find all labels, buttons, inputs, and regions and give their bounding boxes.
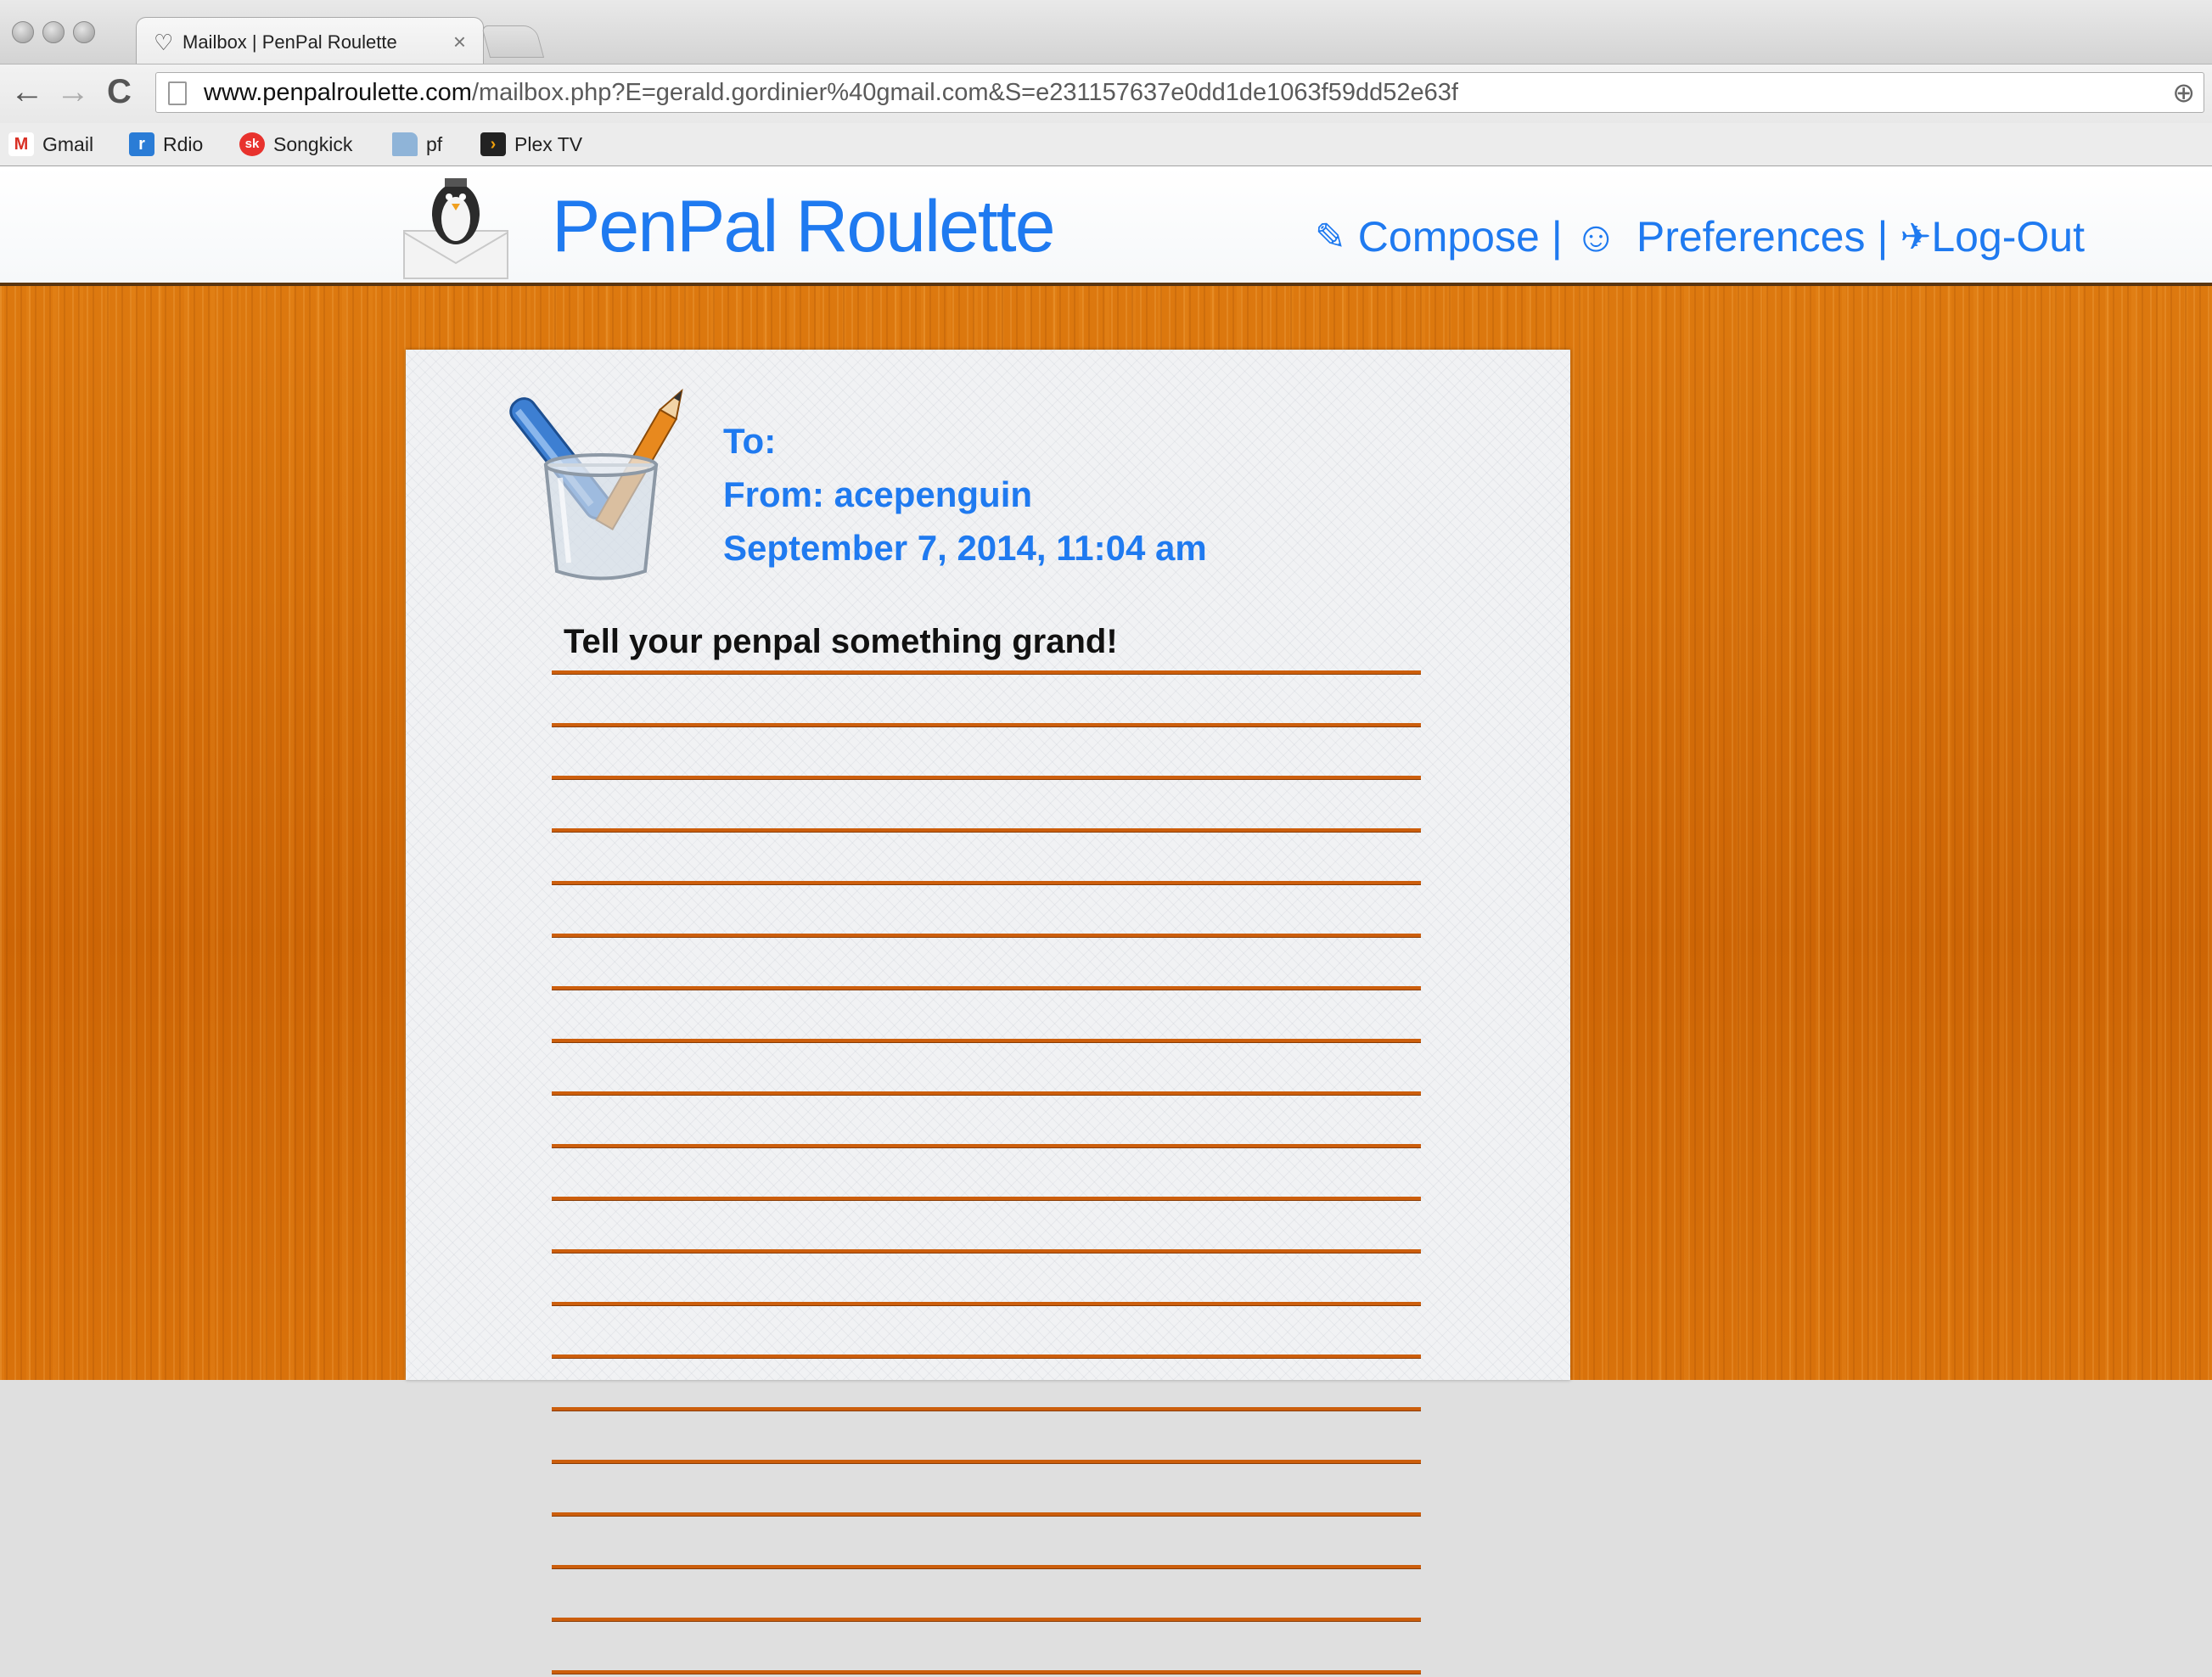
bookmark-label: pf — [426, 132, 443, 155]
maximize-window-button[interactable] — [73, 21, 95, 43]
letter-line — [552, 1407, 1421, 1411]
pencil-icon[interactable]: ✎ — [1315, 216, 1346, 259]
bookmark-label: Songkick — [273, 132, 353, 155]
letter-line — [552, 1302, 1421, 1306]
letter-line — [552, 828, 1421, 833]
bookmark-gmail[interactable]: M Gmail — [8, 130, 93, 159]
bookmark-label: Plex TV — [514, 132, 583, 155]
site-header: PenPal Roulette ✎ Compose | ☺ Preference… — [0, 166, 2212, 283]
tab-title: Mailbox | PenPal Roulette — [182, 31, 397, 53]
letter-line — [552, 1618, 1421, 1622]
site-title[interactable]: PenPal Roulette — [552, 185, 1056, 269]
letter-line — [552, 934, 1421, 938]
url-path: /mailbox.php?E=gerald.gordinier%40gmail.… — [471, 79, 1458, 106]
letter-line — [552, 1670, 1421, 1674]
letter-line — [552, 986, 1421, 990]
browser-tab-bar: ♡ Mailbox | PenPal Roulette × — [0, 0, 2212, 65]
plex-icon: › — [480, 132, 506, 156]
letter-paper: To: From: acepenguin September 7, 2014, … — [406, 350, 1570, 1674]
airplane-icon[interactable]: ✈ — [1900, 216, 1931, 259]
letter-header: To: From: acepenguin September 7, 2014, … — [723, 414, 1207, 575]
reload-icon[interactable]: C — [107, 75, 132, 109]
letter-line — [552, 1144, 1421, 1148]
zoom-icon[interactable]: ⊕ — [2172, 76, 2195, 109]
bookmark-rdio[interactable]: r Rdio — [129, 130, 203, 159]
gmail-icon: M — [8, 132, 34, 156]
bookmark-label: Rdio — [163, 132, 204, 155]
back-icon[interactable]: ← — [10, 75, 44, 109]
rdio-icon: r — [129, 132, 154, 156]
bookmark-plex-tv[interactable]: › Plex TV — [480, 130, 582, 159]
page-icon — [168, 81, 187, 105]
bookmarks-bar: M Gmail r Rdio sk Songkick pf › Plex TV — [0, 123, 2212, 166]
close-window-button[interactable] — [12, 21, 34, 43]
letter-line — [552, 1512, 1421, 1517]
to-label: To: — [723, 421, 777, 461]
letter-line — [552, 1460, 1421, 1464]
penpal-favicon-icon: ♡ — [154, 30, 174, 55]
minimize-window-button[interactable] — [42, 21, 65, 43]
preferences-link[interactable]: Preferences — [1637, 212, 1866, 261]
letter-line — [552, 1091, 1421, 1096]
letter-textarea[interactable]: Tell your penpal something grand! — [552, 620, 1421, 1677]
pencil-cup-icon — [509, 388, 683, 580]
letter-line — [552, 1197, 1421, 1201]
compose-link[interactable]: Compose — [1358, 212, 1540, 261]
smiley-icon[interactable]: ☺ — [1575, 212, 1618, 261]
tab-close-icon[interactable]: × — [453, 29, 466, 55]
bookmark-pf[interactable]: pf — [392, 130, 442, 159]
letter-line — [552, 776, 1421, 780]
letter-line — [552, 1249, 1421, 1254]
letter-line — [552, 1039, 1421, 1043]
letter-line — [552, 1565, 1421, 1569]
letter-line — [552, 881, 1421, 885]
forward-icon[interactable]: → — [56, 75, 90, 109]
letter-date: September 7, 2014, 11:04 am — [723, 528, 1207, 568]
bookmark-label: Gmail — [42, 132, 94, 155]
letter-line — [552, 723, 1421, 727]
nav-separator: | — [1551, 213, 1563, 261]
nav-separator: | — [1877, 213, 1889, 261]
letter-line — [552, 1354, 1421, 1359]
url-text[interactable]: www.penpalroulette.com/mailbox.php?E=ger… — [204, 79, 1458, 107]
folder-icon — [392, 132, 418, 156]
from-line: From: acepenguin — [723, 474, 1033, 514]
main-nav: ✎ Compose | ☺ Preferences | ✈ Log-Out — [1315, 212, 2085, 261]
url-host: www.penpalroulette.com — [204, 79, 472, 106]
songkick-icon: sk — [239, 132, 265, 156]
logout-link[interactable]: Log-Out — [1931, 212, 2085, 261]
browser-toolbar: ← → C www.penpalroulette.com/mailbox.php… — [0, 64, 2212, 124]
tab-mailbox[interactable]: ♡ Mailbox | PenPal Roulette × — [136, 17, 484, 65]
new-tab-button[interactable] — [480, 25, 545, 58]
address-bar[interactable]: www.penpalroulette.com/mailbox.php?E=ger… — [155, 72, 2204, 113]
letter-line — [552, 670, 1421, 675]
penguin-envelope-logo-icon[interactable] — [401, 171, 511, 280]
letter-placeholder: Tell your penpal something grand! — [564, 623, 1118, 660]
bookmark-songkick[interactable]: sk Songkick — [239, 130, 352, 159]
